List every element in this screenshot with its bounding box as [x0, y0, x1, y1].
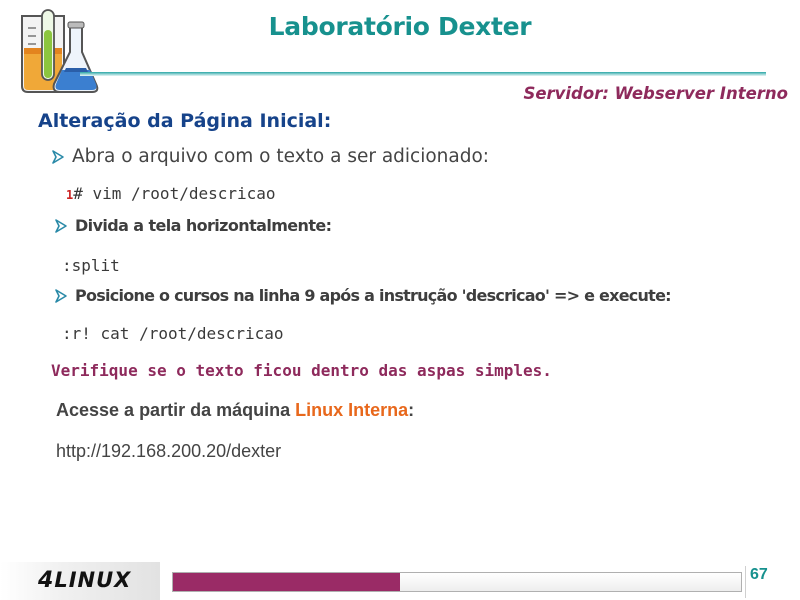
slide-subtitle: Servidor: Webserver Interno — [523, 84, 788, 103]
code-line-3: :r! cat /root/descricao — [62, 324, 284, 343]
arrow-bullet-icon — [50, 149, 66, 165]
code-line-2: :split — [62, 256, 120, 275]
arrow-bullet-icon — [53, 218, 69, 234]
dexter-url: http://192.168.200.20/dexter — [56, 441, 282, 461]
page-title: Laboratório Dexter — [268, 12, 532, 41]
step-3-text: Posicione o cursos na linha 9 após a ins… — [75, 286, 672, 305]
warning-note: Verifique se o texto ficou dentro das as… — [51, 361, 552, 380]
page-number: 67 — [745, 566, 795, 598]
step-2-text: Divida a tela horizontalmente: — [75, 216, 332, 235]
code-1-text: # vim /root/descricao — [73, 184, 276, 203]
arrow-bullet-icon — [53, 288, 69, 304]
footer: 4LINUX 67 — [0, 562, 800, 600]
step-1: Abra o arquivo com o texto a ser adicion… — [50, 146, 489, 167]
access-instruction: Acesse a partir da máquina Linux Interna… — [56, 400, 414, 421]
4linux-logo: 4LINUX — [0, 562, 160, 600]
slide-progress-bar — [172, 572, 742, 592]
access-machine-name: Linux Interna — [295, 400, 409, 420]
brand-prefix: 4 — [38, 568, 55, 593]
step-2: Divida a tela horizontalmente: — [53, 216, 332, 235]
code-line-1: 1# vim /root/descricao — [66, 184, 276, 203]
access-suffix: : — [408, 400, 415, 420]
section-heading: Alteração da Página Inicial: — [38, 110, 332, 132]
step-1-text: Abra o arquivo com o texto a ser adicion… — [72, 146, 490, 167]
access-prefix: Acesse a partir da máquina — [56, 400, 296, 420]
lab-glassware-icon — [14, 8, 100, 96]
title-divider — [80, 72, 766, 76]
step-3: Posicione o cursos na linha 9 após a ins… — [53, 286, 672, 305]
brand-rest: LINUX — [54, 568, 132, 592]
slide-progress-fill — [173, 573, 401, 591]
